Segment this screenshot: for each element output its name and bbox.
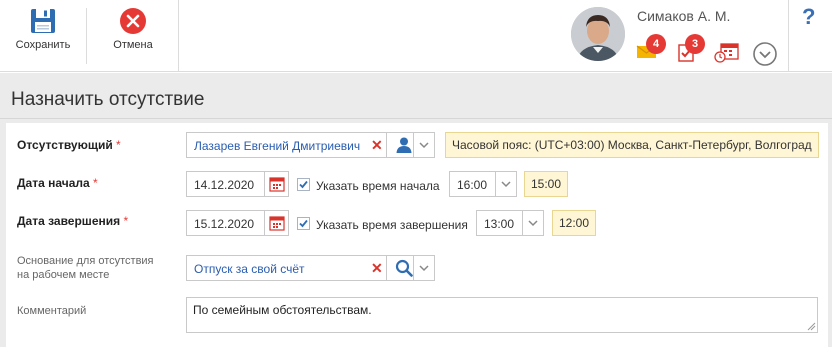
toolbar-divider xyxy=(178,0,179,72)
save-label: Сохранить xyxy=(15,39,71,51)
checkmark-icon xyxy=(299,219,308,228)
messages-count-badge: 4 xyxy=(646,34,666,54)
comment-label: Комментарий xyxy=(17,305,87,317)
more-menu-button[interactable] xyxy=(753,42,777,66)
end-time-input[interactable]: 13:00 xyxy=(476,210,526,236)
timezone-note: Часовой пояс: (UTC+03:00) Москва, Санкт-… xyxy=(445,132,819,158)
chevron-down-icon xyxy=(528,220,538,227)
start-time-note: 15:00 xyxy=(524,171,569,197)
cancel-button[interactable]: Отмена xyxy=(98,0,168,72)
absentee-field[interactable]: Лазарев Евгений Дмитриевич ✕ xyxy=(186,132,421,158)
start-date-label: Дата начала * xyxy=(17,176,98,190)
end-time-value: 13:00 xyxy=(484,217,515,231)
end-date-value: 15.12.2020 xyxy=(194,217,255,231)
user-name[interactable]: Симаков А. М. xyxy=(637,8,730,24)
start-date-input[interactable]: 14.12.2020 xyxy=(186,171,289,197)
comment-textarea[interactable]: По семейным обстоятельствам. xyxy=(186,297,818,333)
clear-reason-icon[interactable]: ✕ xyxy=(371,260,383,277)
calendar-absence-button[interactable] xyxy=(714,42,740,64)
end-time-note: 12:00 xyxy=(552,210,597,236)
absentee-label: Отсутствующий * xyxy=(17,138,121,152)
avatar[interactable] xyxy=(571,7,625,61)
clear-absentee-icon[interactable]: ✕ xyxy=(371,137,383,154)
toolbar-divider xyxy=(788,0,789,72)
user-photo-icon xyxy=(571,7,625,61)
checkmark-icon xyxy=(299,180,308,189)
calendar-clock-icon xyxy=(714,43,739,63)
absence-form: Отсутствующий * Лазарев Евгений Дмитриев… xyxy=(6,123,828,347)
comment-value: По семейным обстоятельствам. xyxy=(193,303,372,317)
title-divider xyxy=(0,118,832,119)
end-date-label: Дата завершения * xyxy=(17,214,129,228)
start-time-value: 16:00 xyxy=(457,178,488,192)
resize-handle-icon[interactable] xyxy=(806,321,816,331)
help-button[interactable]: ? xyxy=(802,4,815,30)
end-date-input[interactable]: 15.12.2020 xyxy=(186,210,289,236)
floppy-disk-icon xyxy=(31,9,55,33)
start-date-picker-button[interactable] xyxy=(264,172,288,196)
chevron-down-icon xyxy=(501,181,511,188)
end-time-dropdown-button[interactable] xyxy=(522,210,544,236)
end-date-picker-button[interactable] xyxy=(264,211,288,235)
reason-value[interactable]: Отпуск за свой счёт xyxy=(194,262,305,276)
reason-dropdown-button[interactable] xyxy=(413,255,435,281)
cancel-label: Отмена xyxy=(113,39,153,51)
search-icon xyxy=(395,259,413,277)
reason-field[interactable]: Отпуск за свой счёт ✕ xyxy=(186,255,421,281)
toolbar-divider xyxy=(86,8,87,64)
chevron-down-icon xyxy=(419,142,429,149)
toolbar: Сохранить Отмена Симаков А. М. 4 3 ? xyxy=(0,0,832,72)
page-title: Назначить отсутствие xyxy=(11,89,205,110)
save-button[interactable]: Сохранить xyxy=(8,0,78,72)
chevron-down-circle-icon xyxy=(753,42,777,66)
start-time-checkbox-label[interactable]: Указать время начала xyxy=(316,179,440,193)
calendar-icon xyxy=(269,216,285,231)
tasks-count-badge: 3 xyxy=(685,34,705,54)
start-time-checkbox[interactable] xyxy=(297,178,310,191)
end-time-checkbox-label[interactable]: Указать время завершения xyxy=(316,218,468,232)
start-date-value: 14.12.2020 xyxy=(194,178,255,192)
user-icon xyxy=(396,137,412,153)
end-time-checkbox[interactable] xyxy=(297,217,310,230)
absentee-value[interactable]: Лазарев Евгений Дмитриевич xyxy=(194,139,360,153)
calendar-icon xyxy=(269,177,285,192)
absentee-dropdown-button[interactable] xyxy=(413,132,435,158)
start-time-dropdown-button[interactable] xyxy=(495,171,517,197)
chevron-down-icon xyxy=(419,265,429,272)
start-time-input[interactable]: 16:00 xyxy=(449,171,499,197)
close-circle-icon xyxy=(120,8,146,34)
reason-label: Основание для отсутствия на рабочем мест… xyxy=(17,255,154,281)
